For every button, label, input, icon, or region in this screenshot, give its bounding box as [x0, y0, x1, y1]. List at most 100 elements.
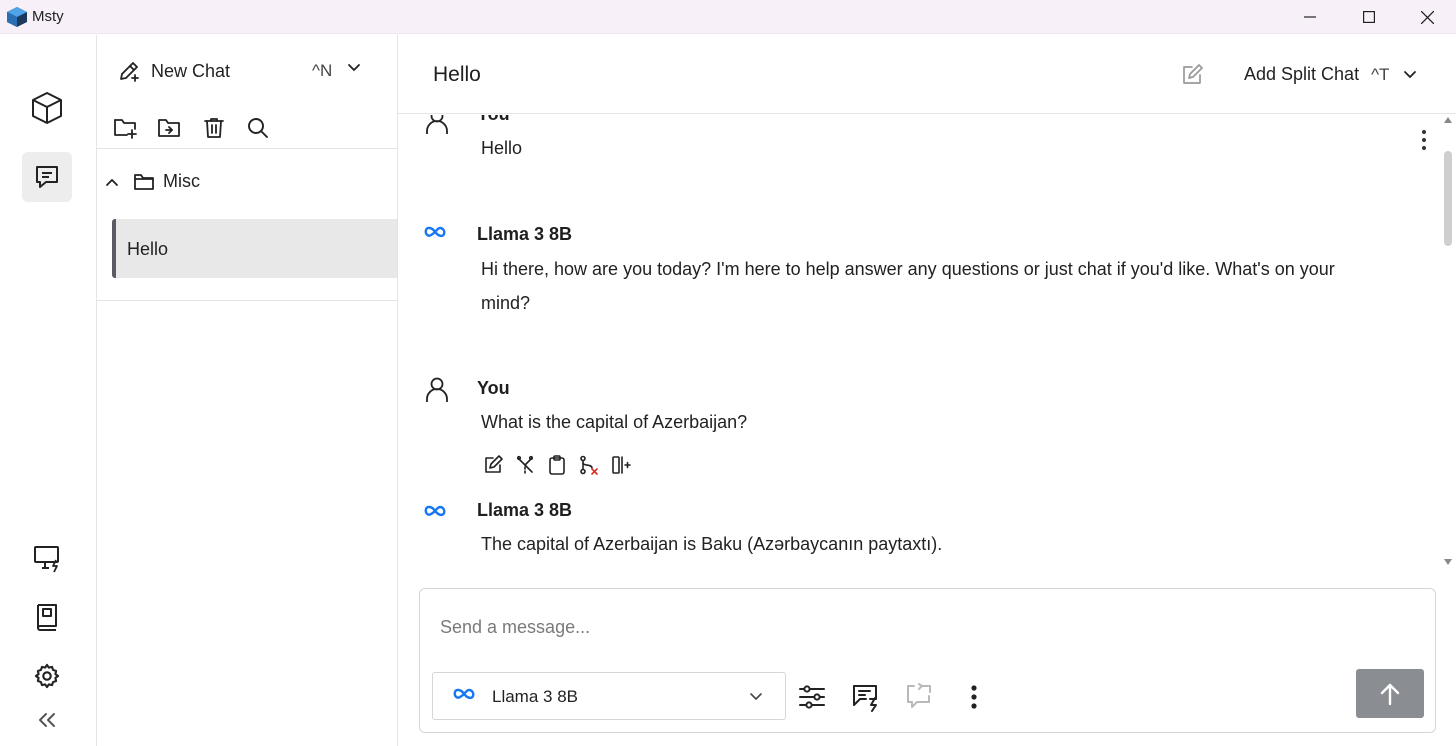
- edit-icon: [485, 455, 503, 473]
- chevron-down-icon: [348, 64, 360, 72]
- trash-icon: [204, 118, 224, 138]
- sidebar-toolbar: [111, 113, 273, 143]
- new-chat-menu-button[interactable]: [347, 61, 361, 75]
- folder-icon: [134, 173, 154, 190]
- meta-logo-icon: [424, 226, 446, 238]
- model-selector[interactable]: Llama 3 8B: [432, 672, 786, 720]
- pencil-plus-icon: [120, 62, 139, 82]
- send-button[interactable]: [1356, 669, 1424, 718]
- edit-title-button[interactable]: [1180, 63, 1204, 87]
- scroll-up-arrow[interactable]: [1444, 117, 1452, 123]
- user-icon: [426, 115, 448, 134]
- move-chat-button[interactable]: [155, 113, 185, 143]
- sliders-icon: [799, 685, 825, 709]
- app-title: Msty: [32, 8, 64, 25]
- monitor-bolt-icon: [34, 546, 59, 573]
- folder-plus-icon: [114, 119, 137, 139]
- folder-misc[interactable]: Misc: [105, 171, 200, 192]
- message-user: You Hello: [398, 115, 1428, 170]
- folder-name: Misc: [163, 171, 200, 191]
- models-nav-button[interactable]: [22, 83, 72, 133]
- scroll-down-arrow[interactable]: [1444, 559, 1452, 565]
- local-ai-nav-button[interactable]: [22, 533, 72, 583]
- message-text: Hello: [481, 138, 523, 158]
- message-input[interactable]: [440, 617, 1400, 638]
- chevron-down-icon: [1404, 70, 1417, 78]
- message-text: Hi there, how are you today? I'm here to…: [481, 259, 1335, 313]
- message-user: You What is the capital of Azerbaijan?: [398, 373, 1428, 483]
- sparkle-tool-icon: [516, 455, 534, 475]
- message-text: What is the capital of Azerbaijan?: [481, 412, 748, 432]
- collapse-sidebar-button[interactable]: [22, 705, 72, 735]
- search-button[interactable]: [243, 113, 273, 143]
- chat-list-item[interactable]: Hello: [112, 219, 397, 278]
- message-actions: [482, 454, 632, 476]
- delete-branch-button[interactable]: [578, 454, 600, 476]
- split-chat-shortcut: ^T: [1371, 64, 1390, 84]
- clipboard-icon: [549, 455, 565, 475]
- delete-button[interactable]: [199, 113, 229, 143]
- sidebar-divider: [97, 300, 397, 301]
- minimize-button[interactable]: [1281, 0, 1339, 34]
- more-vertical-icon: [1422, 130, 1426, 150]
- message-assistant: Llama 3 8B Hi there, how are you today? …: [398, 220, 1428, 340]
- new-chat-label: New Chat: [151, 60, 231, 81]
- add-split-chat-button[interactable]: Add Split Chat ^T: [1244, 64, 1417, 85]
- cube-icon: [32, 92, 62, 124]
- sync-chat-icon: [907, 683, 931, 708]
- message-author: Llama 3 8B: [477, 500, 573, 520]
- column-insert-icon: [612, 456, 631, 474]
- folder-move-icon: [158, 119, 180, 137]
- search-icon: [248, 118, 268, 138]
- gear-icon: [34, 663, 60, 689]
- settings-nav-button[interactable]: [22, 651, 72, 701]
- edit-icon: [1183, 64, 1203, 84]
- model-selector-label: Llama 3 8B: [492, 687, 578, 706]
- message-text: The capital of Azerbaijan is Baku (Azərb…: [481, 534, 943, 554]
- copy-button[interactable]: [546, 454, 568, 476]
- new-chat-button[interactable]: New Chat: [117, 57, 230, 85]
- close-window-button[interactable]: [1398, 0, 1456, 34]
- book-icon: [37, 604, 57, 631]
- chat-title: Hello: [433, 63, 481, 86]
- knowledge-stacks-nav-button[interactable]: [22, 592, 72, 642]
- meta-logo-icon: [453, 688, 475, 700]
- model-parameters-button[interactable]: [795, 681, 829, 713]
- scrollbar-thumb[interactable]: [1444, 151, 1452, 246]
- sidebar-divider: [97, 148, 397, 149]
- message-list: You Hello Llama 3 8B Hi there, how are y…: [398, 115, 1456, 570]
- nav-rail: [0, 35, 97, 746]
- chevron-up-icon: [106, 178, 118, 186]
- chats-nav-button[interactable]: [22, 152, 72, 202]
- main-panel: Hello Add Split Chat ^T You Hello Llama …: [398, 35, 1456, 746]
- sync-button[interactable]: [903, 681, 937, 713]
- message-assistant: Llama 3 8B The capital of Azerbaijan is …: [398, 498, 1428, 570]
- arrow-up-icon: [1380, 683, 1400, 705]
- chevron-down-icon: [750, 693, 762, 701]
- chat-icon: [36, 166, 58, 188]
- message-author: Llama 3 8B: [477, 224, 573, 244]
- chat-item-title: Hello: [127, 239, 169, 259]
- more-vertical-icon: [971, 685, 977, 709]
- message-composer: Llama 3 8B: [419, 588, 1436, 733]
- insert-below-button[interactable]: [610, 454, 632, 476]
- chat-bolt-icon: [853, 685, 877, 712]
- collapse-icon: [39, 713, 55, 727]
- meta-logo-icon: [424, 505, 446, 517]
- user-icon: [426, 377, 448, 402]
- edit-message-button[interactable]: [482, 454, 504, 476]
- title-bar: Msty: [0, 0, 1456, 34]
- msty-logo-icon: [7, 7, 27, 27]
- maximize-button[interactable]: [1340, 0, 1398, 34]
- split-chat-label: Add Split Chat: [1244, 64, 1360, 84]
- new-chat-shortcut: ^N: [312, 61, 333, 80]
- branch-delete-icon: [580, 455, 598, 475]
- more-options-button[interactable]: [957, 681, 991, 713]
- regenerate-button[interactable]: [514, 454, 536, 476]
- new-folder-button[interactable]: [111, 113, 141, 143]
- message-author: You: [477, 115, 510, 125]
- prompt-library-button[interactable]: [849, 681, 883, 713]
- message-author: You: [477, 378, 510, 398]
- chat-options-button[interactable]: [1420, 129, 1428, 151]
- chat-sidebar: New Chat ^N Misc Hello: [97, 35, 398, 746]
